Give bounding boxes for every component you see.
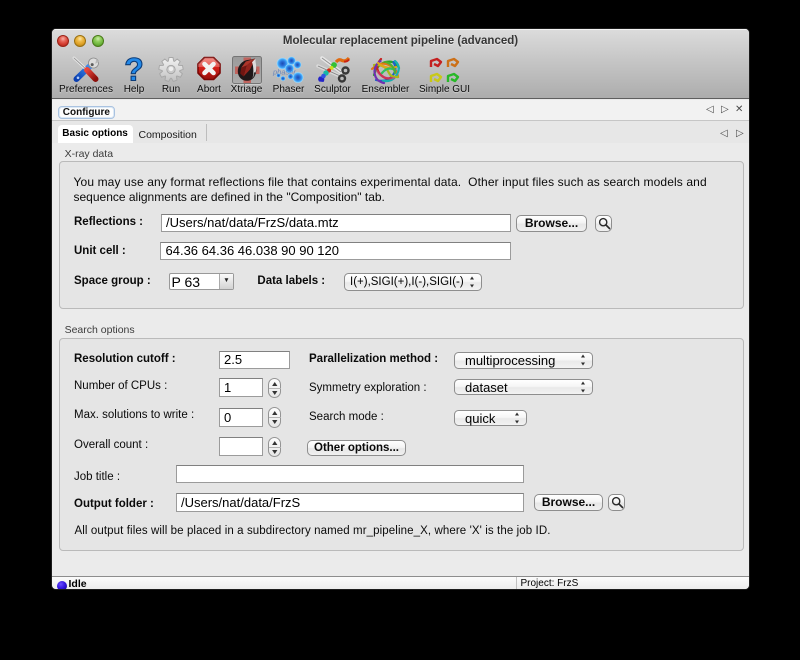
- svg-text:phaser: phaser: [272, 68, 296, 77]
- svg-text:?: ?: [124, 56, 144, 84]
